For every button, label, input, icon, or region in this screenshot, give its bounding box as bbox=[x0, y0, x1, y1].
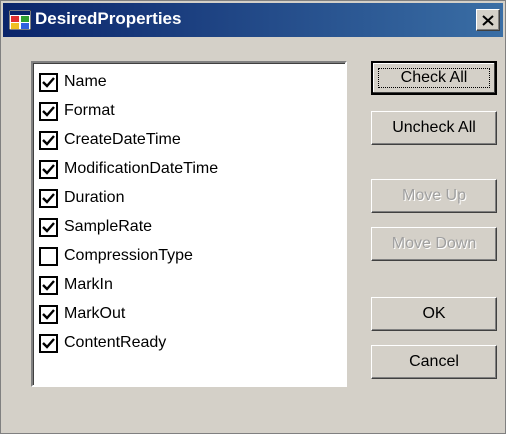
app-window-icon bbox=[9, 10, 31, 30]
property-label: Duration bbox=[64, 189, 125, 206]
checkbox[interactable] bbox=[39, 130, 58, 150]
checkmark-icon bbox=[42, 279, 55, 291]
checkbox[interactable] bbox=[39, 275, 58, 295]
property-item[interactable]: Name bbox=[39, 69, 339, 95]
check-all-button[interactable]: Check All bbox=[371, 61, 497, 95]
window-title: DesiredProperties bbox=[35, 9, 182, 28]
desired-properties-dialog: DesiredProperties Name Format CreateDateTi… bbox=[0, 0, 506, 434]
property-label: CreateDateTime bbox=[64, 131, 181, 148]
checkmark-icon bbox=[42, 76, 55, 88]
checkbox[interactable] bbox=[39, 188, 58, 208]
checkmark-icon bbox=[42, 308, 55, 320]
uncheck-all-button[interactable]: Uncheck All bbox=[371, 111, 497, 145]
checkbox[interactable] bbox=[39, 217, 58, 237]
property-item[interactable]: CreateDateTime bbox=[39, 127, 339, 153]
cancel-button[interactable]: Cancel bbox=[371, 345, 497, 379]
checkmark-icon bbox=[42, 192, 55, 204]
checkmark-icon bbox=[42, 134, 55, 146]
property-item[interactable]: ContentReady bbox=[39, 330, 339, 356]
property-item[interactable]: Duration bbox=[39, 185, 339, 211]
property-label: MarkOut bbox=[64, 305, 126, 322]
close-button[interactable] bbox=[476, 9, 500, 31]
property-item[interactable]: ModificationDateTime bbox=[39, 156, 339, 182]
property-item[interactable]: MarkIn bbox=[39, 272, 339, 298]
title-bar[interactable]: DesiredProperties bbox=[3, 3, 503, 37]
uncheck-all-label: Uncheck All bbox=[392, 119, 476, 136]
properties-checklist[interactable]: Name Format CreateDateTime ModificationDate… bbox=[31, 61, 347, 387]
checkbox[interactable] bbox=[39, 246, 58, 266]
checkmark-icon bbox=[42, 105, 55, 117]
move-down-button[interactable]: Move Down bbox=[371, 227, 497, 261]
property-label: CompressionType bbox=[64, 247, 193, 264]
ok-button[interactable]: OK bbox=[371, 297, 497, 331]
checkbox[interactable] bbox=[39, 333, 58, 353]
focus-rect bbox=[378, 68, 490, 88]
property-item[interactable]: MarkOut bbox=[39, 301, 339, 327]
move-up-label: Move Up bbox=[401, 187, 467, 204]
checkmark-icon bbox=[42, 163, 55, 175]
property-label: ModificationDateTime bbox=[64, 160, 219, 177]
checkmark-icon bbox=[42, 337, 55, 349]
property-item[interactable]: Format bbox=[39, 98, 339, 124]
property-label: Name bbox=[64, 73, 107, 90]
move-down-label: Move Down bbox=[391, 235, 477, 252]
checkbox[interactable] bbox=[39, 72, 58, 92]
checkmark-icon bbox=[42, 221, 55, 233]
property-label: SampleRate bbox=[64, 218, 153, 235]
property-label: MarkIn bbox=[64, 276, 113, 293]
ok-label: OK bbox=[422, 305, 446, 322]
checkbox[interactable] bbox=[39, 304, 58, 324]
cancel-label: Cancel bbox=[409, 353, 459, 370]
close-icon bbox=[482, 14, 494, 26]
property-label: Format bbox=[64, 102, 115, 119]
checkbox[interactable] bbox=[39, 101, 58, 121]
property-label: ContentReady bbox=[64, 334, 167, 351]
move-up-button[interactable]: Move Up bbox=[371, 179, 497, 213]
checkbox[interactable] bbox=[39, 159, 58, 179]
property-item[interactable]: SampleRate bbox=[39, 214, 339, 240]
property-item[interactable]: CompressionType bbox=[39, 243, 339, 269]
